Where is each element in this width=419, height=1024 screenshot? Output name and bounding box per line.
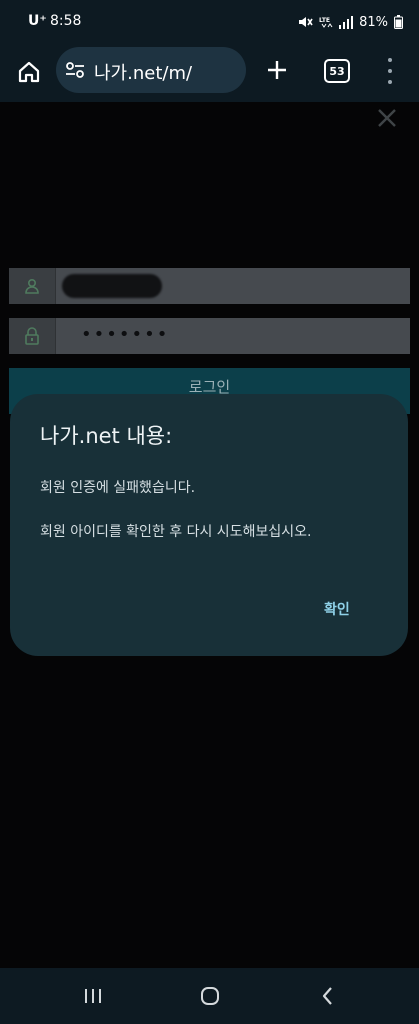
address-bar[interactable]: 나가.net/m/ [56, 47, 246, 93]
back-chevron-icon [322, 987, 332, 1005]
password-mask: ••••••• [81, 324, 170, 345]
dialog-message-line2: 회원 아이디를 확인한 후 다시 시도해보십시오. [40, 524, 312, 540]
browser-toolbar: 나가.net/m/ 53 [0, 44, 419, 102]
home-circle-icon [201, 987, 219, 1005]
password-icon-box [9, 318, 56, 354]
system-nav-bar [0, 968, 419, 1024]
home-icon [18, 61, 40, 83]
status-icons: LTE 81% [297, 12, 403, 32]
new-tab-button[interactable] [264, 57, 290, 83]
more-vert-icon[interactable] [385, 58, 395, 84]
lock-icon [25, 327, 39, 345]
svg-text:LTE: LTE [319, 17, 330, 24]
battery-percent: 81% [359, 14, 388, 30]
plus-icon [268, 61, 286, 79]
back-button[interactable] [316, 984, 340, 1008]
status-time: 8:58 [50, 13, 82, 29]
signal-icon [339, 16, 354, 29]
nav-home-button[interactable] [198, 984, 222, 1008]
lte-icon: LTE [319, 17, 333, 28]
username-field[interactable] [9, 268, 410, 304]
dialog-title: 나가.net 내용: [40, 424, 173, 448]
recents-button[interactable] [81, 984, 105, 1008]
redacted-username [62, 274, 162, 298]
confirm-button[interactable]: 확인 [324, 599, 350, 619]
mute-icon [299, 17, 313, 27]
home-button[interactable] [14, 57, 44, 87]
site-settings-icon[interactable] [65, 61, 85, 79]
user-icon [25, 278, 39, 294]
recents-icon [85, 989, 101, 1003]
close-icon[interactable] [375, 106, 399, 130]
alert-dialog: 나가.net 내용: 회원 인증에 실패했습니다. 회원 아이디를 확인한 후 … [10, 394, 408, 656]
battery-icon [394, 15, 403, 29]
tab-switcher-button[interactable]: 53 [324, 59, 350, 83]
username-icon-box [9, 268, 56, 304]
url-text: 나가.net/m/ [94, 63, 193, 84]
status-bar: U⁺ 8:58 LTE 81% [0, 0, 419, 44]
carrier-label: U⁺ [28, 13, 47, 29]
password-field[interactable]: ••••••• [9, 318, 410, 354]
dialog-message-line1: 회원 인증에 실패했습니다. [40, 480, 196, 496]
